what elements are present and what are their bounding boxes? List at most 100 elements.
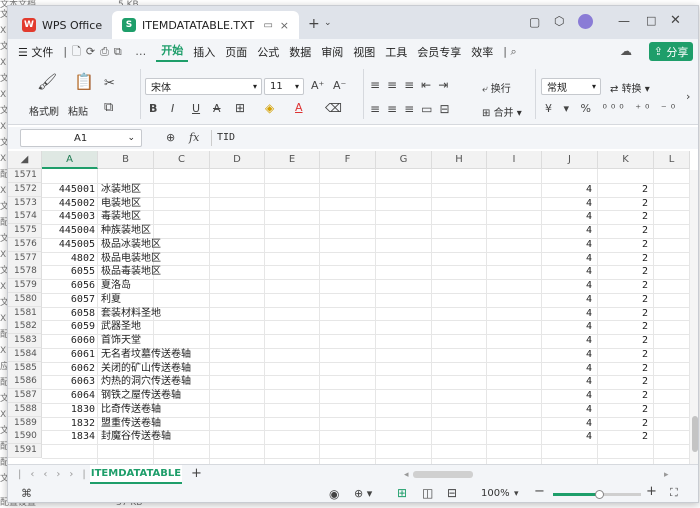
tab-file[interactable]: S ITEMDATATABLE.TXT ▭ ×	[112, 11, 299, 39]
restore-tab-icon[interactable]: ▭	[264, 20, 273, 31]
table-cell-j[interactable]: 4	[540, 293, 596, 307]
row-header[interactable]: 1580	[8, 292, 42, 307]
table-cell-b[interactable]	[99, 169, 101, 183]
table-cell-a[interactable]: 6057	[42, 293, 98, 307]
menu-review[interactable]: 审阅	[316, 44, 348, 60]
name-box[interactable]: A1 ⌄	[20, 129, 142, 147]
table-cell-k[interactable]: 2	[596, 348, 652, 362]
table-cell-j[interactable]: 4	[540, 320, 596, 334]
table-cell-b[interactable]: 盟重传送卷轴	[99, 417, 161, 431]
table-cell-a[interactable]: 6055	[42, 265, 98, 279]
wrap-text-button[interactable]: ⤶ 换行	[482, 80, 511, 95]
horizontal-scroll-thumb[interactable]	[413, 471, 473, 478]
table-cell-k[interactable]: 2	[596, 265, 652, 279]
select-all-corner[interactable]: ◢	[8, 151, 42, 169]
table-cell-j[interactable]: 4	[540, 265, 596, 279]
table-cell-k[interactable]: 2	[596, 210, 652, 224]
table-cell-b[interactable]: 夏洛岛	[99, 279, 131, 293]
column-header-b[interactable]: B	[98, 151, 154, 169]
table-cell-j[interactable]: 4	[540, 348, 596, 362]
table-cell-a[interactable]	[42, 169, 98, 183]
table-cell-j[interactable]: 4	[540, 307, 596, 321]
align-top-icons[interactable]: ≡≡≡⇤⇥	[370, 78, 455, 92]
fullscreen-icon[interactable]: ⛶	[670, 486, 678, 500]
column-header-f[interactable]: F	[320, 151, 376, 169]
row-header[interactable]: 1583	[8, 334, 42, 348]
table-cell-j[interactable]: 4	[540, 334, 596, 348]
table-cell-k[interactable]: 2	[596, 334, 652, 348]
column-header-g[interactable]: G	[376, 151, 432, 169]
scroll-left-icon[interactable]: ◂	[404, 468, 409, 482]
table-cell-b[interactable]: 灼热的洞穴传送卷轴	[99, 375, 191, 389]
table-cell-j[interactable]	[540, 169, 596, 183]
table-cell-j[interactable]: 4	[540, 279, 596, 293]
table-cell-b[interactable]: 利夏	[99, 293, 121, 307]
menu-insert[interactable]: 插入	[188, 44, 220, 60]
menu-tools[interactable]: 工具	[380, 44, 412, 60]
table-cell-a[interactable]: 6061	[42, 348, 98, 362]
table-cell-a[interactable]: 445002	[42, 197, 98, 211]
format-painter-icon[interactable]: 🖌	[37, 74, 57, 90]
font-name-select[interactable]: 宋体 ▾	[145, 78, 262, 95]
table-cell-k[interactable]: 2	[596, 279, 652, 293]
table-cell-j[interactable]: 4	[540, 210, 596, 224]
row-header[interactable]: 1587	[8, 389, 42, 403]
menu-efficiency[interactable]: 效率	[466, 44, 498, 60]
column-header-i[interactable]: I	[487, 151, 542, 169]
table-cell-k[interactable]: 2	[596, 430, 652, 444]
row-header[interactable]: 1571	[8, 169, 42, 183]
fill-color-icon[interactable]: ◈	[265, 101, 274, 115]
table-cell-b[interactable]: 电装地区	[99, 197, 141, 211]
layout-mode-icon[interactable]: ⊕ ▾	[354, 487, 372, 501]
column-header-e[interactable]: E	[265, 151, 320, 169]
cut-icon[interactable]: ✂	[104, 77, 115, 91]
table-cell-k[interactable]	[596, 169, 652, 183]
avatar[interactable]	[578, 14, 593, 29]
table-cell-a[interactable]: 6064	[42, 389, 98, 403]
zoom-slider-thumb[interactable]	[595, 490, 604, 499]
add-sheet-icon[interactable]: +	[191, 467, 202, 481]
table-cell-a[interactable]: 1832	[42, 417, 98, 431]
underline-icon[interactable]: U	[192, 102, 200, 116]
zoom-slider-track[interactable]	[553, 490, 641, 499]
table-cell-k[interactable]: 2	[596, 375, 652, 389]
table-cell-j[interactable]: 4	[540, 224, 596, 238]
row-header[interactable]: 1579	[8, 279, 42, 293]
table-cell-b[interactable]: 钢铁之屋传送卷轴	[99, 389, 181, 403]
table-cell-k[interactable]: 2	[596, 224, 652, 238]
table-cell-k[interactable]: 2	[596, 252, 652, 266]
table-cell-b[interactable]	[99, 444, 101, 458]
eye-protection-icon[interactable]: ◉	[329, 487, 339, 501]
row-header[interactable]: 1588	[8, 402, 42, 417]
format-painter-label[interactable]: 格式刷	[29, 103, 59, 118]
table-cell-k[interactable]: 2	[596, 320, 652, 334]
row-header[interactable]: 1577	[8, 251, 42, 266]
table-cell-a[interactable]: 4802	[42, 252, 98, 266]
row-header[interactable]: 1581	[8, 306, 42, 321]
row-header[interactable]: 1572	[8, 182, 42, 197]
row-header[interactable]: 1589	[8, 416, 42, 431]
row-header[interactable]: 1573	[8, 196, 42, 211]
table-cell-k[interactable]: 2	[596, 362, 652, 376]
table-cell-k[interactable]: 2	[596, 293, 652, 307]
table-cell-a[interactable]: 445004	[42, 224, 98, 238]
increase-font-icon[interactable]: A⁺	[311, 79, 324, 93]
column-header-k[interactable]: K	[598, 151, 654, 169]
table-cell-b[interactable]: 套装材料圣地	[99, 307, 161, 321]
table-cell-j[interactable]: 4	[540, 362, 596, 376]
page-layout-icon[interactable]: ◫	[422, 486, 433, 500]
page-break-icon[interactable]: ⊟	[447, 486, 457, 500]
table-cell-b[interactable]: 首饰天堂	[99, 334, 141, 348]
zoom-level[interactable]: 100%	[481, 488, 510, 499]
row-header[interactable]: 1574	[8, 210, 42, 225]
table-cell-b[interactable]: 毒装地区	[99, 210, 141, 224]
table-cell-k[interactable]: 2	[596, 403, 652, 417]
table-cell-b[interactable]: 冰装地区	[99, 183, 141, 197]
table-cell-k[interactable]: 2	[596, 417, 652, 431]
table-cell-k[interactable]: 2	[596, 389, 652, 403]
table-cell-j[interactable]: 4	[540, 238, 596, 252]
bold-icon[interactable]: B	[149, 102, 157, 116]
menu-data[interactable]: 数据	[284, 44, 316, 60]
table-cell-j[interactable]: 4	[540, 197, 596, 211]
decrease-font-icon[interactable]: A⁻	[333, 79, 346, 93]
